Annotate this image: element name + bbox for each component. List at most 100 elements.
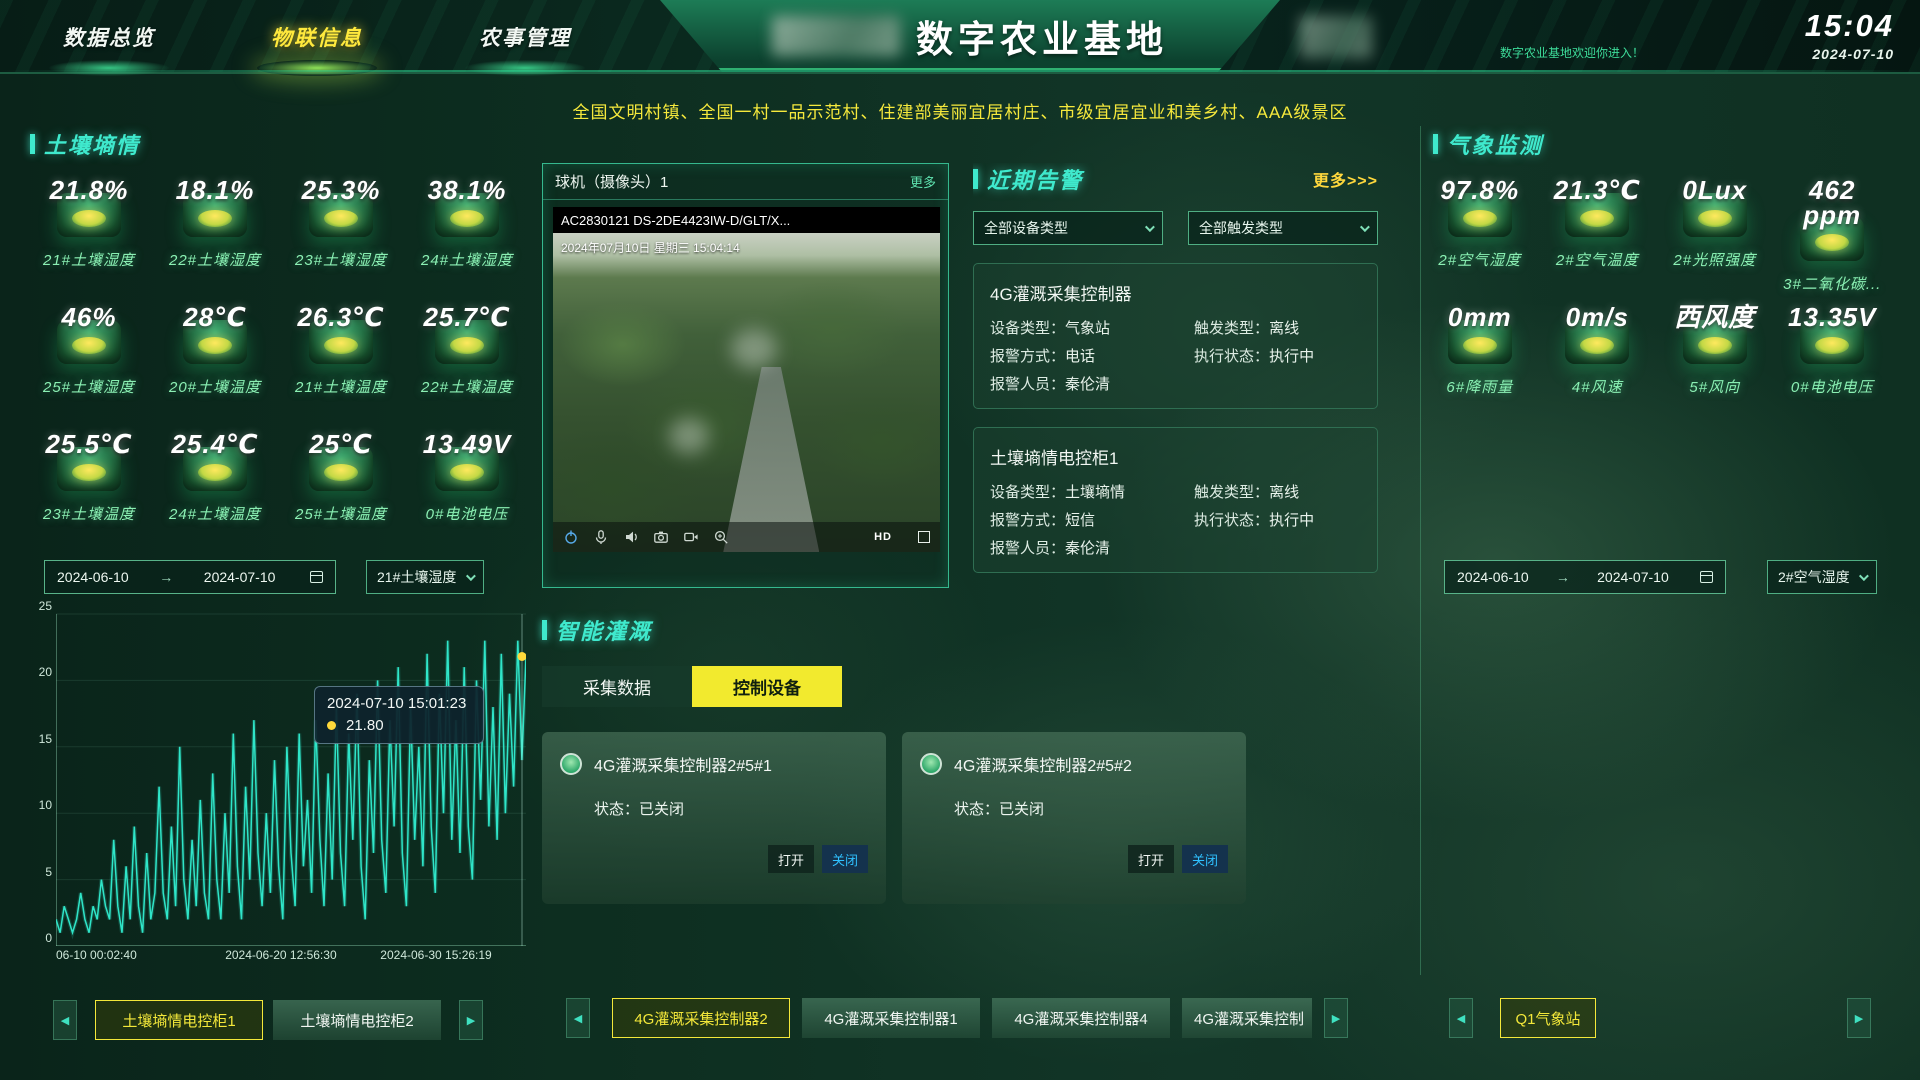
open-button[interactable]: 打开 <box>768 845 814 873</box>
irrigation-tabs: 采集数据 控制设备 <box>542 666 842 707</box>
snapshot-icon[interactable] <box>653 529 669 545</box>
metric-label: 2#空气湿度 <box>1438 249 1521 270</box>
alarm-field-value: 执行中 <box>1269 348 1314 365</box>
pager-item[interactable]: Q1气象站 <box>1500 998 1596 1038</box>
weather-series-select[interactable]: 2#空气湿度 <box>1767 560 1877 594</box>
metric-card: 25.7℃ 22#土壤温度 <box>404 295 530 422</box>
metric-value: 38.1% <box>428 178 507 203</box>
header-bar: 数据总览 物联信息 农事管理 数字农业基地 数字农业基地欢迎你进入！ 15:04… <box>0 0 1920 74</box>
alarm-field-value: 秦伦清 <box>1065 376 1110 393</box>
pager-next-icon[interactable]: ▶ <box>459 1000 483 1040</box>
pager-item[interactable]: 土壤墒情电控柜2 <box>273 1000 441 1040</box>
chevron-down-icon <box>1859 571 1869 581</box>
pager-item[interactable]: 土壤墒情电控柜1 <box>95 1000 263 1040</box>
date-from[interactable]: 2024-06-10 <box>1457 569 1529 585</box>
microphone-icon[interactable] <box>593 529 609 545</box>
y-tick-label: 5 <box>45 865 52 879</box>
trigger-type-select[interactable]: 全部触发类型 <box>1188 211 1378 245</box>
alarm-field-label: 执行状态： <box>1194 348 1269 365</box>
device-buttons: 打开 关闭 <box>920 845 1228 873</box>
alarm-field-label: 触发类型： <box>1194 320 1269 337</box>
camera-header: 球机（摄像头）1 更多 <box>543 164 948 200</box>
metric-label: 22#土壤温度 <box>421 376 513 397</box>
soil-device-pager: ◀ 土壤墒情电控柜1 土壤墒情电控柜2 ▶ <box>53 1000 483 1040</box>
alarm-field-value: 短信 <box>1065 512 1095 529</box>
alarm-card: 土壤墒情电控柜1 设备类型：土壤墒情触发类型：离线报警方式：短信执行状态：执行中… <box>973 427 1378 573</box>
chart-tooltip: 2024-07-10 15:01:23 21.80 <box>314 686 484 744</box>
date-to[interactable]: 2024-07-10 <box>204 569 276 585</box>
hd-badge[interactable]: HD <box>874 531 892 543</box>
pager-next-icon[interactable]: ▶ <box>1324 998 1348 1038</box>
date-range-picker[interactable]: 2024-06-10 → 2024-07-10 <box>1444 560 1726 594</box>
nav-tab[interactable]: 数据总览 <box>34 8 184 76</box>
metric-label: 2#空气温度 <box>1556 249 1639 270</box>
metric-card: 13.49V 0#电池电压 <box>404 422 530 549</box>
pager-prev-icon[interactable]: ◀ <box>566 998 590 1038</box>
weather-panel: 气象监测 97.8% 2#空气湿度 21.3℃ 2#空气温度 0Lux 2#光照… <box>1420 126 1890 975</box>
device-status-indicator-icon <box>920 753 942 775</box>
alarm-field-label: 设备类型： <box>990 484 1065 501</box>
series-glow <box>56 641 526 933</box>
device-header: 4G灌溉采集控制器2#5#2 <box>920 752 1228 776</box>
pager-next-icon[interactable]: ▶ <box>1847 998 1871 1038</box>
close-button[interactable]: 关闭 <box>1182 845 1228 873</box>
camera-timestamp-overlay: 2024年07月10日 星期三 15:04:14 <box>561 239 740 256</box>
fullscreen-icon[interactable] <box>918 531 930 543</box>
volume-icon[interactable] <box>623 529 639 545</box>
nav-tab[interactable]: 农事管理 <box>450 8 600 76</box>
pager-item[interactable]: 4G灌溉采集控制 <box>1182 998 1312 1038</box>
power-icon[interactable] <box>563 529 579 545</box>
blurred-text-block <box>772 16 900 56</box>
metric-label: 3#二氧化碳... <box>1783 273 1881 294</box>
alarm-field-value: 离线 <box>1269 320 1299 337</box>
chevron-down-icon <box>1360 222 1370 232</box>
nav-glow-platform <box>465 60 585 76</box>
alarm-field-label: 报警人员： <box>990 540 1065 557</box>
chart-x-axis-labels: 06-10 00:02:402024-06-20 12:56:302024-06… <box>56 948 526 966</box>
device-status: 状态：已关闭 <box>594 798 868 819</box>
nav-tab[interactable]: 物联信息 <box>242 8 392 76</box>
title-banner: 数字农业基地 <box>660 0 1280 72</box>
camera-control-bar: HD <box>553 522 940 552</box>
close-button[interactable]: 关闭 <box>822 845 868 873</box>
clock: 15:04 2024-07-10 <box>1805 8 1894 62</box>
metric-label: 23#土壤温度 <box>43 503 135 524</box>
metric-value: 0m/s <box>1566 305 1629 330</box>
metric-value: 97.8% <box>1440 178 1519 203</box>
pager-item[interactable]: 4G灌溉采集控制器2 <box>612 998 790 1038</box>
chevron-down-icon <box>466 571 476 581</box>
soil-series-select[interactable]: 21#土壤湿度 <box>366 560 484 594</box>
alarm-field-value: 离线 <box>1269 484 1299 501</box>
metric-label: 0#电池电压 <box>1791 376 1874 397</box>
weather-pager-items: Q1气象站 <box>1500 998 1596 1038</box>
metric-label: 6#降雨量 <box>1446 376 1513 397</box>
device-type-select[interactable]: 全部设备类型 <box>973 211 1163 245</box>
alarm-more-link[interactable]: 更多>>> <box>1313 167 1378 191</box>
dashboard: 数据总览 物联信息 农事管理 数字农业基地 数字农业基地欢迎你进入！ 15:04… <box>0 0 1920 1080</box>
tab-collect-data[interactable]: 采集数据 <box>542 666 692 707</box>
pager-prev-icon[interactable]: ◀ <box>53 1000 77 1040</box>
camera-more-link[interactable]: 更多 <box>910 172 936 191</box>
date-from[interactable]: 2024-06-10 <box>57 569 129 585</box>
device-status-value: 已关闭 <box>639 801 684 818</box>
metric-value: 西风度 <box>1674 305 1755 330</box>
open-button[interactable]: 打开 <box>1128 845 1174 873</box>
record-icon[interactable] <box>683 529 699 545</box>
tab-control-devices[interactable]: 控制设备 <box>692 666 842 707</box>
arrow-right-icon: → <box>159 569 173 585</box>
metric-label: 24#土壤湿度 <box>421 249 513 270</box>
zoom-in-icon[interactable] <box>713 529 729 545</box>
metric-card: 25.4℃ 24#土壤温度 <box>152 422 278 549</box>
date-range-picker[interactable]: 2024-06-10 → 2024-07-10 <box>44 560 336 594</box>
date-to[interactable]: 2024-07-10 <box>1597 569 1669 585</box>
device-name: 4G灌溉采集控制器2#5#1 <box>594 752 772 776</box>
metric-label: 24#土壤温度 <box>169 503 261 524</box>
pager-item[interactable]: 4G灌溉采集控制器4 <box>992 998 1170 1038</box>
pager-item[interactable]: 4G灌溉采集控制器1 <box>802 998 980 1038</box>
pager-prev-icon[interactable]: ◀ <box>1449 998 1473 1038</box>
soil-pager-items: 土壤墒情电控柜1 土壤墒情电控柜2 <box>95 1000 441 1040</box>
weather-metric-grid: 97.8% 2#空气湿度 21.3℃ 2#空气温度 0Lux 2#光照强度 46… <box>1421 168 1891 422</box>
honor-banner: 全国文明村镇、全国一村一品示范村、住建部美丽宜居村庄、市级宜居宜业和美乡村、AA… <box>0 98 1920 123</box>
video-player[interactable]: AC2830121 DS-2DE4423IW-D/GLT/X... 2024年0… <box>553 207 940 552</box>
camera-title: 球机（摄像头）1 <box>555 171 668 192</box>
